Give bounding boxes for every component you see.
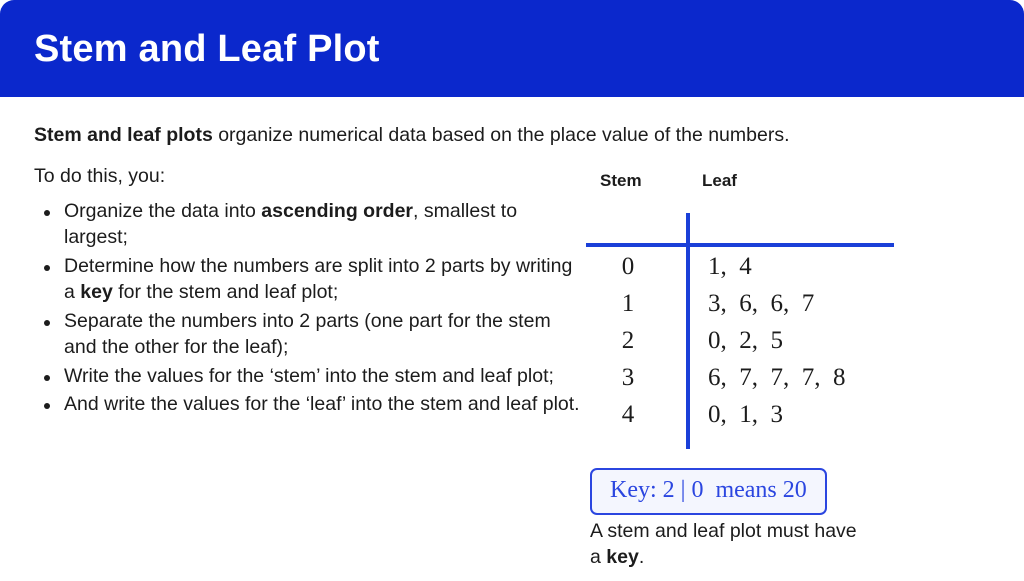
intro-bold-lead: Stem and leaf plots <box>34 124 213 146</box>
todo-label: To do this, you: <box>34 165 166 187</box>
stem-value: 4 <box>621 401 635 428</box>
list-item: And write the values for the ‘leaf’ into… <box>44 392 584 418</box>
table-row: 3 6, 7, 7, 7, 8 <box>586 364 916 401</box>
intro-rest: organize numerical data based on the pla… <box>212 124 790 146</box>
infographic-card: Stem and Leaf Plot Stem and leaf plots o… <box>0 0 1024 581</box>
leaf-values: 1, 4 <box>708 253 752 280</box>
leaf-values: 0, 1, 3 <box>708 401 783 428</box>
page-title: Stem and Leaf Plot <box>34 27 380 70</box>
table-body: 0 1, 4 1 3, 6, 6, 7 2 0, 2, 5 3 6, 7, 7,… <box>586 253 916 438</box>
table-row: 1 3, 6, 6, 7 <box>586 290 916 327</box>
list-item: Separate the numbers into 2 parts (one p… <box>44 309 584 361</box>
stem-and-leaf-table: Stem Leaf 0 1, 4 1 3, 6, 6, 7 2 0, 2, 5 <box>586 167 916 449</box>
leaf-values: 0, 2, 5 <box>708 327 783 354</box>
steps-list: Organize the data into ascending order, … <box>34 199 584 421</box>
list-item: Determine how the numbers are split into… <box>44 254 584 306</box>
table-horizontal-rule <box>586 243 894 247</box>
stem-value: 3 <box>621 364 635 391</box>
bullet-text-bold: ascending order <box>261 200 414 222</box>
bullet-text-pre: Separate the numbers into 2 parts (one p… <box>64 309 551 358</box>
table-row: 0 1, 4 <box>586 253 916 290</box>
table-header-row: Stem Leaf <box>586 167 916 201</box>
key-note-post: . <box>638 545 645 568</box>
bullet-text-post: for the stem and leaf plot; <box>112 280 339 303</box>
header-banner: Stem and Leaf Plot <box>0 0 1024 97</box>
stem-value: 2 <box>621 327 635 354</box>
bullet-text-pre: And write the values for the ‘leaf’ into… <box>64 393 580 416</box>
table-row: 4 0, 1, 3 <box>586 401 916 438</box>
stem-value: 1 <box>621 290 635 317</box>
stem-value: 0 <box>621 253 635 280</box>
bullet-text-pre: Write the values for the ‘stem’ into the… <box>64 364 554 387</box>
table-row: 2 0, 2, 5 <box>586 327 916 364</box>
content-area: Stem and leaf plots organize numerical d… <box>0 97 1024 581</box>
key-note: A stem and leaf plot must have a key. <box>590 519 860 571</box>
list-item: Organize the data into ascending order, … <box>44 199 584 251</box>
leaf-values: 3, 6, 6, 7 <box>708 290 815 317</box>
bullet-text-bold: key <box>80 280 113 303</box>
column-header-stem: Stem <box>600 171 642 190</box>
leaf-values: 6, 7, 7, 7, 8 <box>708 364 846 391</box>
column-header-leaf: Leaf <box>702 171 737 190</box>
key-note-bold: key <box>606 545 639 568</box>
bullet-text-pre: Organize the data into <box>64 200 262 222</box>
list-item: Write the values for the ‘stem’ into the… <box>44 364 584 390</box>
intro-sentence: Stem and leaf plots organize numerical d… <box>34 123 974 148</box>
key-box: Key: 2 | 0 means 20 <box>590 468 827 515</box>
